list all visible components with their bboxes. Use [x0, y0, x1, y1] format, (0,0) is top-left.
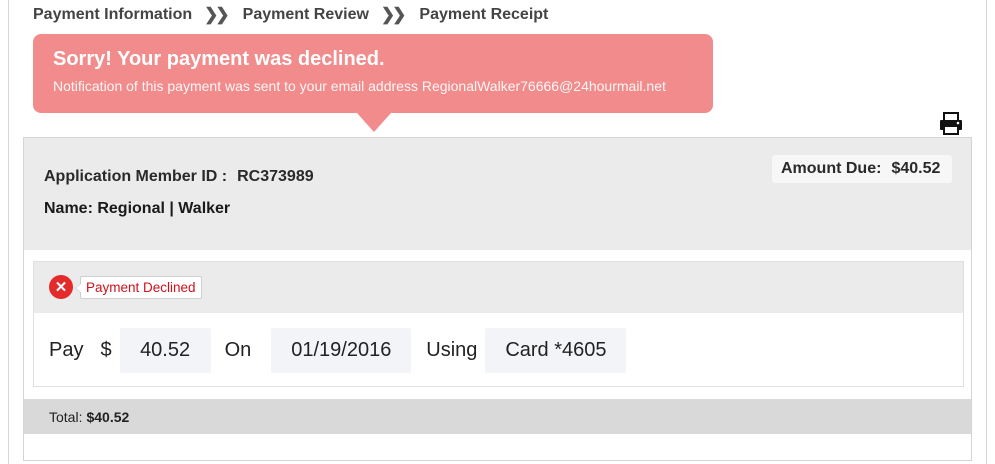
on-label: On — [224, 339, 252, 361]
double-chevron-right-icon: ❯❯ — [204, 5, 229, 24]
alert-pointer — [357, 113, 391, 132]
page-border-left — [8, 0, 9, 464]
total-bar: Total: $40.52 — [24, 399, 971, 434]
amount-due-badge: Amount Due: $40.52 — [772, 155, 953, 183]
total-value: $40.52 — [86, 408, 130, 425]
declined-alert: Sorry! Your payment was declined. Notifi… — [33, 34, 713, 113]
x-circle-icon: ✕ — [49, 275, 73, 299]
account-header: Application Member ID : RC373989 Name: Re… — [24, 138, 971, 250]
breadcrumb-step-payment-receipt[interactable]: Payment Receipt — [419, 6, 548, 24]
payment-date-field: 01/19/2016 — [271, 328, 412, 373]
payment-method-field: Card *4605 — [485, 328, 627, 373]
payment-row: Pay $ 40.52 On 01/19/2016 Using Card *46… — [49, 328, 627, 373]
member-id-value: RC373989 — [237, 168, 314, 185]
alert-message: Notification of this payment was sent to… — [53, 78, 666, 94]
member-name: Name: Regional | Walker — [44, 200, 231, 217]
payment-summary-card: Application Member ID : RC373989 Name: Re… — [23, 137, 972, 461]
status-badge: Payment Declined — [75, 276, 202, 299]
alert-title: Sorry! Your payment was declined. — [53, 48, 385, 70]
amount-due-label: Amount Due: — [781, 160, 882, 177]
double-chevron-right-icon: ❯❯ — [380, 5, 406, 24]
member-id: Application Member ID : RC373989 — [44, 168, 314, 186]
status-bar: ✕ Payment Declined — [34, 262, 963, 313]
pay-label: Pay — [49, 339, 84, 361]
printer-icon[interactable] — [938, 112, 964, 136]
member-id-label: Application Member ID : — [44, 168, 228, 185]
breadcrumb-step-payment-information[interactable]: Payment Information — [33, 6, 192, 24]
using-label: Using — [426, 339, 478, 361]
total-label: Total: — [49, 408, 83, 425]
currency-symbol: $ — [100, 339, 112, 361]
payment-detail: ✕ Payment Declined Pay $ 40.52 On 01/19/… — [33, 261, 964, 387]
amount-due-value: $40.52 — [891, 160, 941, 177]
payment-amount-field: 40.52 — [119, 328, 211, 373]
page-border-right — [986, 0, 987, 464]
breadcrumb-step-payment-review[interactable]: Payment Review — [243, 6, 369, 24]
breadcrumb: Payment Information ❯❯ Payment Review ❯❯… — [33, 4, 548, 26]
